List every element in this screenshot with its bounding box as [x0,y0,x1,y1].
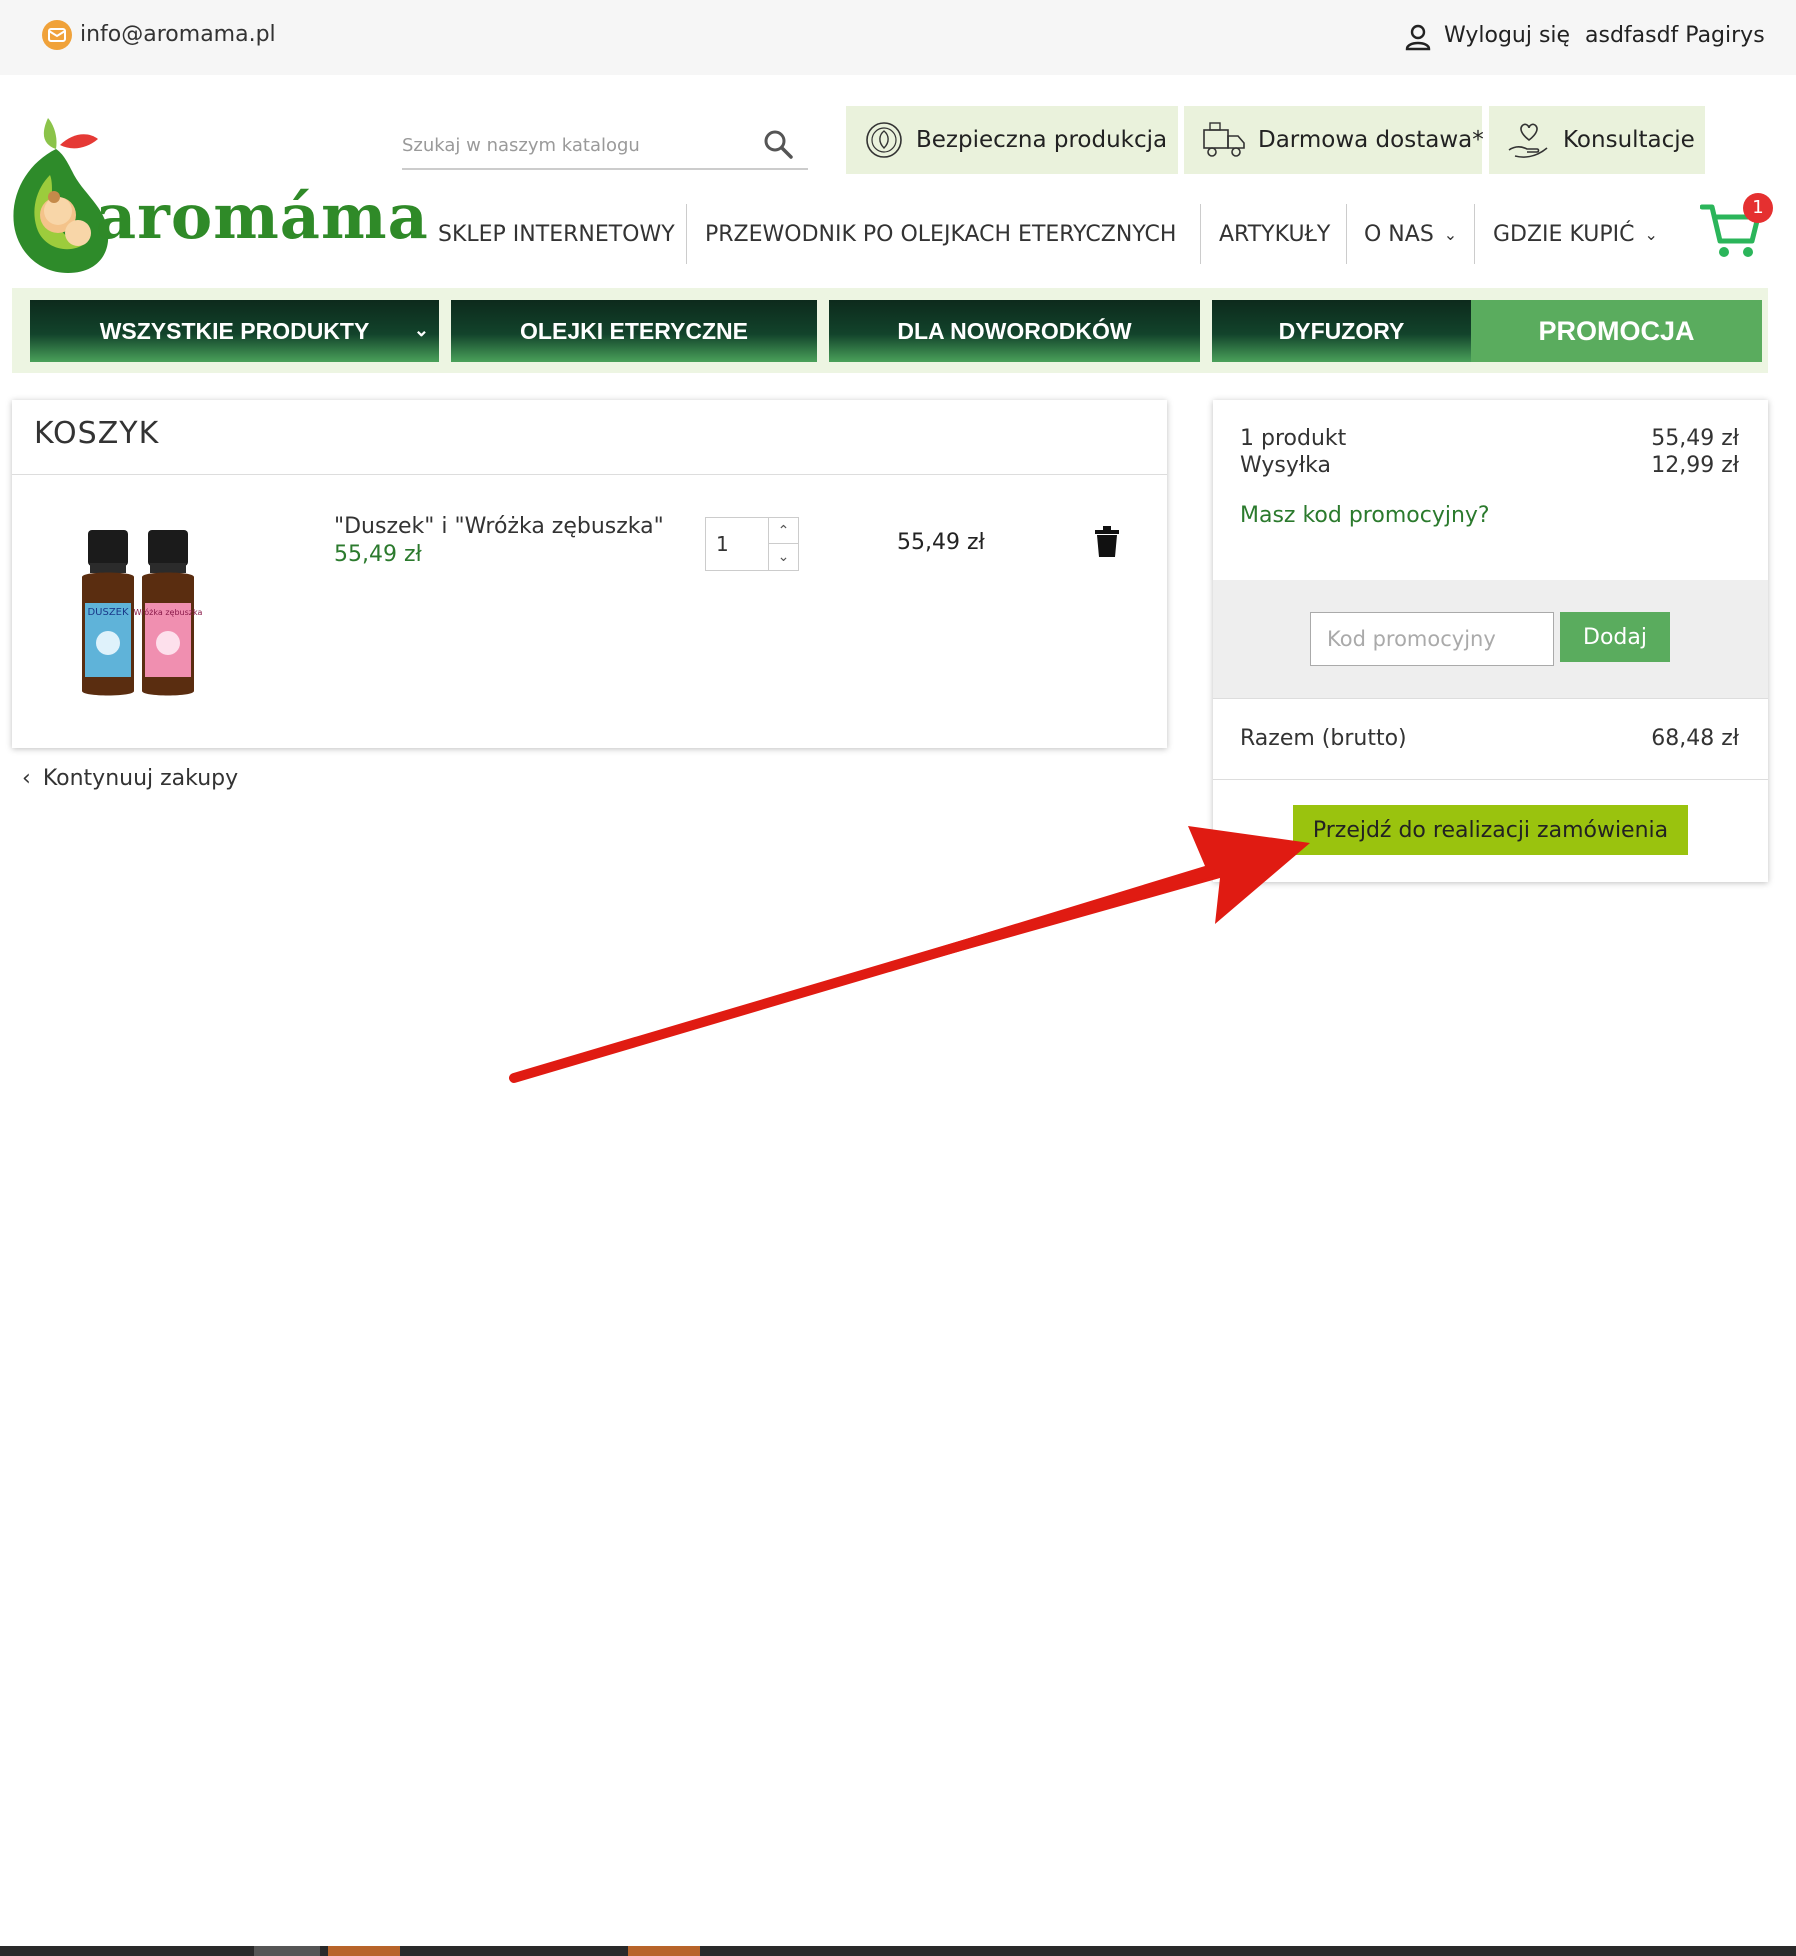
contact-email[interactable]: info@aromama.pl [80,20,276,50]
trash-icon[interactable] [1093,526,1121,558]
category-all-products[interactable]: WSZYSTKIE PRODUKTY ⌄ [30,300,439,362]
taskbar-segment [628,1946,700,1956]
quantity-stepper: ⌃ ⌄ [705,517,799,571]
chevron-down-icon: ⌄ [1443,225,1458,244]
line-total: 55,49 zł [897,530,985,555]
nav-about-label: O NAS [1364,222,1434,247]
feature-free-shipping: Darmowa dostawa* [1184,106,1484,174]
nav-where-label: GDZIE KUPIĆ [1493,222,1635,247]
logout-link[interactable]: Wyloguj się [1444,20,1570,52]
chevron-left-icon: ‹ [22,766,31,791]
quantity-increase-button[interactable]: ⌃ [768,518,798,544]
nav-divider [686,204,687,264]
taskbar-segment [254,1946,320,1956]
nav-shop[interactable]: SKLEP INTERNETOWY [438,210,675,260]
nav-divider [1200,204,1201,264]
feature-safe-production: Bezpieczna produkcja [846,106,1178,174]
mail-icon [42,20,72,50]
category-label: PROMOCJA [1538,315,1695,346]
delivery-truck-icon [1203,122,1245,157]
nav-divider [1346,204,1347,264]
heart-hand-icon [1508,123,1548,158]
continue-label: Kontynuuj zakupy [42,766,239,791]
shipping-cost: 12,99 zł [1651,453,1739,478]
taskbar-segment [328,1946,400,1956]
nav-about[interactable]: O NAS ⌄ [1364,210,1457,260]
products-subtotal: 55,49 zł [1651,426,1739,451]
category-essential-oils[interactable]: OLEJKI ETERYCZNE [451,300,817,362]
total-label: Razem (brutto) [1240,726,1407,751]
feature-label: Darmowa dostawa* [1258,127,1484,153]
leaf-badge-icon [866,122,902,158]
cart-divider [12,474,1167,475]
feature-label: Konsultacje [1563,127,1695,153]
category-label: OLEJKI ETERYCZNE [520,317,748,344]
continue-shopping-link[interactable]: ‹ Kontynuuj zakupy [22,766,238,791]
nav-divider [1474,204,1475,264]
category-promotion[interactable]: PROMOCJA [1471,300,1762,362]
category-newborns[interactable]: DLA NOWORODKÓW [829,300,1200,362]
chevron-up-icon: ⌃ [777,522,790,539]
feature-consultations: Konsultacje [1489,106,1705,174]
category-label: WSZYSTKIE PRODUKTY [99,317,370,344]
products-count-label: 1 produkt [1240,426,1347,451]
chevron-down-icon: ⌄ [1644,225,1658,244]
search-input[interactable] [402,128,752,162]
quantity-input[interactable] [716,530,766,558]
nav-where-to-buy[interactable]: GDZIE KUPIĆ ⌄ [1493,210,1658,260]
summary-divider [1213,698,1768,699]
nav-articles[interactable]: ARTYKUŁY [1219,210,1330,260]
product-name-link[interactable]: "Duszek" i "Wróżka zębuszka" [334,514,664,539]
account-name-link[interactable]: asdfasdf Pagirys [1585,20,1765,52]
total-value: 68,48 zł [1651,726,1739,751]
proceed-to-checkout-button[interactable]: Przejdź do realizacji zamówienia [1293,805,1688,855]
product-unit-price: 55,49 zł [334,542,422,567]
quantity-decrease-button[interactable]: ⌄ [768,544,798,570]
chevron-down-icon: ⌄ [413,320,429,340]
product-image[interactable]: DUSZEK Wróżka zębuszka [60,515,245,700]
category-diffusers[interactable]: DYFUZORY [1212,300,1471,362]
feature-label: Bezpieczna produkcja [916,127,1168,153]
promo-code-toggle-link[interactable]: Masz kod promocyjny? [1240,503,1490,528]
bottle-label-left: DUSZEK [87,607,129,618]
apply-promo-button[interactable]: Dodaj [1560,612,1670,662]
search-bar [402,120,808,170]
cart-title: KOSZYK [34,416,160,451]
summary-divider [1213,779,1768,780]
user-icon [1405,24,1431,51]
category-label: DLA NOWORODKÓW [897,317,1132,344]
logo-wordmark[interactable]: aromáma [96,182,429,252]
category-label: DYFUZORY [1278,317,1405,344]
promo-code-input[interactable] [1310,612,1554,666]
chevron-down-icon: ⌄ [777,549,790,565]
bottle-label-right: Wróżka zębuszka [134,607,203,617]
cart-count-badge: 1 [1743,193,1773,223]
nav-oil-guide[interactable]: PRZEWODNIK PO OLEJKACH ETERYCZNYCH [705,210,1176,260]
shipping-label: Wysyłka [1240,453,1331,478]
search-icon[interactable] [762,128,794,160]
